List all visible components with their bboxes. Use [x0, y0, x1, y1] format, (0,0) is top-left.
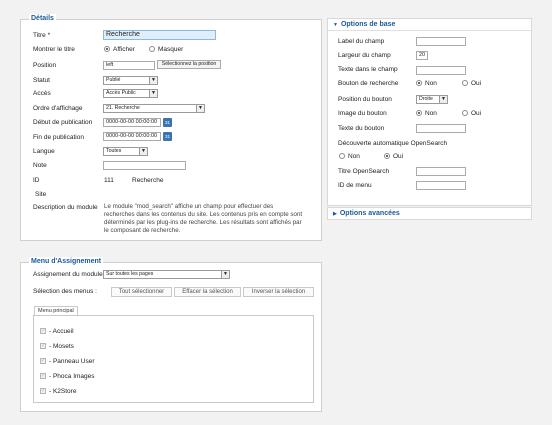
menu-id-input[interactable] [416, 181, 466, 190]
chevron-down-icon: ▼ [149, 90, 157, 97]
button-image-yes-label: Oui [471, 110, 482, 117]
menu-selection-label: Sélection des menus : [33, 288, 97, 295]
chevron-down-icon: ▼ [139, 148, 147, 155]
menu-item-checkbox[interactable]: ✓ [40, 358, 46, 364]
menu-item-checkbox[interactable]: ✓ [40, 373, 46, 379]
order-select-value: 21. Recherche [106, 105, 140, 111]
publish-up-input[interactable]: 0000-00-00 00:00:00 [103, 118, 161, 127]
description-label: Description du module [33, 204, 98, 211]
advanced-options-title: Options avancées [339, 210, 400, 217]
module-assignment-label: Assignement du module [33, 271, 103, 278]
assignment-legend: Menu d'Assignement [29, 257, 104, 266]
id-value: 111 [104, 177, 114, 184]
select-all-button[interactable]: Tout sélectionner [111, 287, 172, 297]
calendar-icon[interactable]: 31 [163, 118, 172, 127]
collapse-triangle-icon: ▼ [333, 22, 338, 28]
field-label-label: Label du champ [338, 38, 385, 45]
calendar-icon[interactable]: 31 [163, 132, 172, 141]
menu-item-checkbox[interactable]: ✓ [40, 388, 46, 394]
opensearch-yes-label: Oui [393, 153, 404, 160]
show-title-off-label: Masquer [158, 46, 184, 53]
basic-options-header[interactable]: ▼ Options de base [333, 20, 395, 30]
invert-selection-button[interactable]: Inverser la sélection [243, 287, 314, 297]
module-assignment-value: Sur toutes les pages [106, 271, 154, 277]
order-label: Ordre d'affichage [33, 105, 83, 112]
position-label: Position [33, 62, 57, 69]
clear-selection-button[interactable]: Effacer la sélection [174, 287, 241, 297]
access-select[interactable]: Accès Public ▼ [103, 89, 158, 98]
position-input[interactable]: left [103, 61, 155, 70]
publish-down-label: Fin de publication [33, 134, 84, 141]
chevron-down-icon: ▼ [439, 96, 447, 103]
search-button-yes-radio[interactable] [462, 80, 468, 86]
publish-up-label: Début de publication [33, 119, 93, 126]
title-label: Titre * [33, 32, 51, 39]
note-label: Note [33, 162, 47, 169]
menu-item-checkbox[interactable]: ✓ [40, 328, 46, 334]
details-legend: Détails [29, 14, 56, 23]
menu-item-label: - Phoca Images [49, 373, 95, 380]
chevron-down-icon: ▼ [221, 271, 229, 278]
opensearch-no-radio[interactable] [339, 153, 345, 159]
field-width-input[interactable]: 20 [416, 51, 428, 60]
menu-item-label: - Panneau User [49, 358, 95, 365]
field-width-label: Largeur du champ [338, 52, 391, 59]
button-position-label: Position du bouton [338, 96, 392, 103]
language-select[interactable]: Toutes ▼ [103, 147, 148, 156]
id-label: ID [33, 177, 40, 184]
chevron-down-icon: ▼ [196, 105, 204, 112]
module-description: Le module "mod_search" affiche un champ … [104, 203, 303, 234]
access-select-value: Accès Public [106, 90, 136, 96]
opensearch-title-input[interactable] [416, 167, 466, 176]
button-image-label: Image du bouton [338, 110, 387, 117]
show-title-off-radio[interactable] [149, 46, 155, 52]
button-position-value: Droite [419, 96, 433, 102]
access-label: Accès [33, 90, 51, 97]
search-button-yes-label: Oui [471, 80, 482, 87]
button-image-no-radio[interactable] [416, 110, 422, 116]
basic-options-title: Options de base [340, 21, 396, 28]
expand-triangle-icon: ▶ [333, 211, 337, 217]
module-assignment-select[interactable]: Sur toutes les pages ▼ [103, 270, 230, 279]
module-name: Recherche [132, 177, 164, 184]
opensearch-no-label: Non [348, 153, 360, 160]
order-select[interactable]: 21. Recherche ▼ [103, 104, 205, 113]
button-image-yes-radio[interactable] [462, 110, 468, 116]
language-label: Langue [33, 148, 55, 155]
search-button-no-label: Non [425, 80, 437, 87]
show-title-label: Montrer le titre [33, 46, 75, 53]
button-position-select[interactable]: Droite ▼ [416, 95, 448, 104]
menu-item-label: - Mosets [49, 343, 74, 350]
button-text-label: Texte du bouton [338, 125, 385, 132]
status-select[interactable]: Publié ▼ [103, 76, 158, 85]
status-label: Statut [33, 77, 50, 84]
site-label: Site [35, 191, 47, 198]
field-label-input[interactable] [416, 37, 466, 46]
show-title-on-radio[interactable] [104, 46, 110, 52]
button-text-input[interactable] [416, 124, 466, 133]
button-image-no-label: Non [425, 110, 437, 117]
field-text-label: Texte dans le champ [338, 66, 398, 73]
advanced-options-header[interactable]: ▶ Options avancées [333, 209, 400, 219]
menu-item-checkbox[interactable]: ✓ [40, 343, 46, 349]
status-select-value: Publié [106, 77, 121, 83]
field-text-input[interactable] [416, 66, 466, 75]
menu-id-label: ID de menu [338, 182, 372, 189]
search-button-no-radio[interactable] [416, 80, 422, 86]
publish-down-input[interactable]: 0000-00-00 00:00:00 [103, 132, 161, 141]
chevron-down-icon: ▼ [149, 77, 157, 84]
select-position-button[interactable]: Sélectionnez la position [157, 60, 221, 69]
opensearch-title-label: Titre OpenSearch [338, 168, 390, 175]
opensearch-discovery-label: Découverte automatique OpenSearch [338, 140, 448, 147]
language-select-value: Toutes [106, 148, 122, 154]
search-button-label: Bouton de recherche [338, 80, 399, 87]
title-input[interactable]: Recherche [103, 30, 216, 40]
opensearch-yes-radio[interactable] [384, 153, 390, 159]
note-input[interactable] [103, 161, 186, 170]
menu-item-label: - Accueil [49, 328, 74, 335]
menu-item-label: - K2Store [49, 388, 77, 395]
show-title-on-label: Afficher [113, 46, 135, 53]
